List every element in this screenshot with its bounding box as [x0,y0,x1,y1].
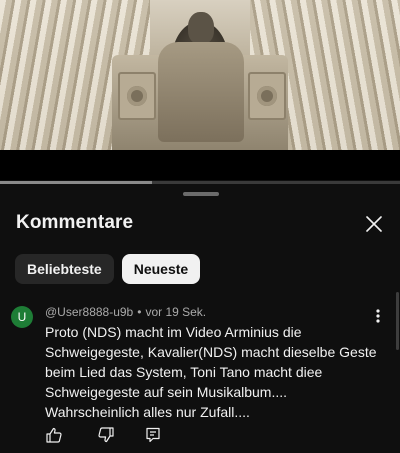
video-letterbox [0,150,400,180]
comment-meta: @User8888-u9b • vor 19 Sek. [45,305,206,319]
close-icon [366,216,382,232]
avatar[interactable]: U [11,306,33,328]
scrollbar[interactable] [396,292,399,350]
reply-button[interactable] [144,426,162,444]
chip-newest[interactable]: Neueste [121,254,201,284]
comment-actions [0,426,400,446]
sort-chips: Beliebteste Neueste [15,254,201,284]
comment-time: vor 19 Sek. [145,305,207,319]
close-button[interactable] [362,212,386,236]
video-frame-person [150,12,250,142]
video-frame-speaker [248,72,286,120]
thumbs-down-icon [98,427,114,443]
dislike-button[interactable] [97,426,115,444]
sheet-title: Kommentare [16,212,134,233]
reply-comment-icon [146,427,160,443]
comment-author[interactable]: @User8888-u9b [45,305,133,319]
chip-top-comments[interactable]: Beliebteste [15,254,114,284]
like-button[interactable] [45,426,63,444]
meta-separator: • [137,305,142,319]
thumbs-up-icon [46,427,62,443]
video-player[interactable] [0,0,400,150]
comments-sheet: Kommentare Beliebteste Neueste U @User88… [0,184,400,453]
drag-handle[interactable] [183,192,219,196]
comment-text: Proto (NDS) macht im Video Arminius die … [45,324,377,420]
